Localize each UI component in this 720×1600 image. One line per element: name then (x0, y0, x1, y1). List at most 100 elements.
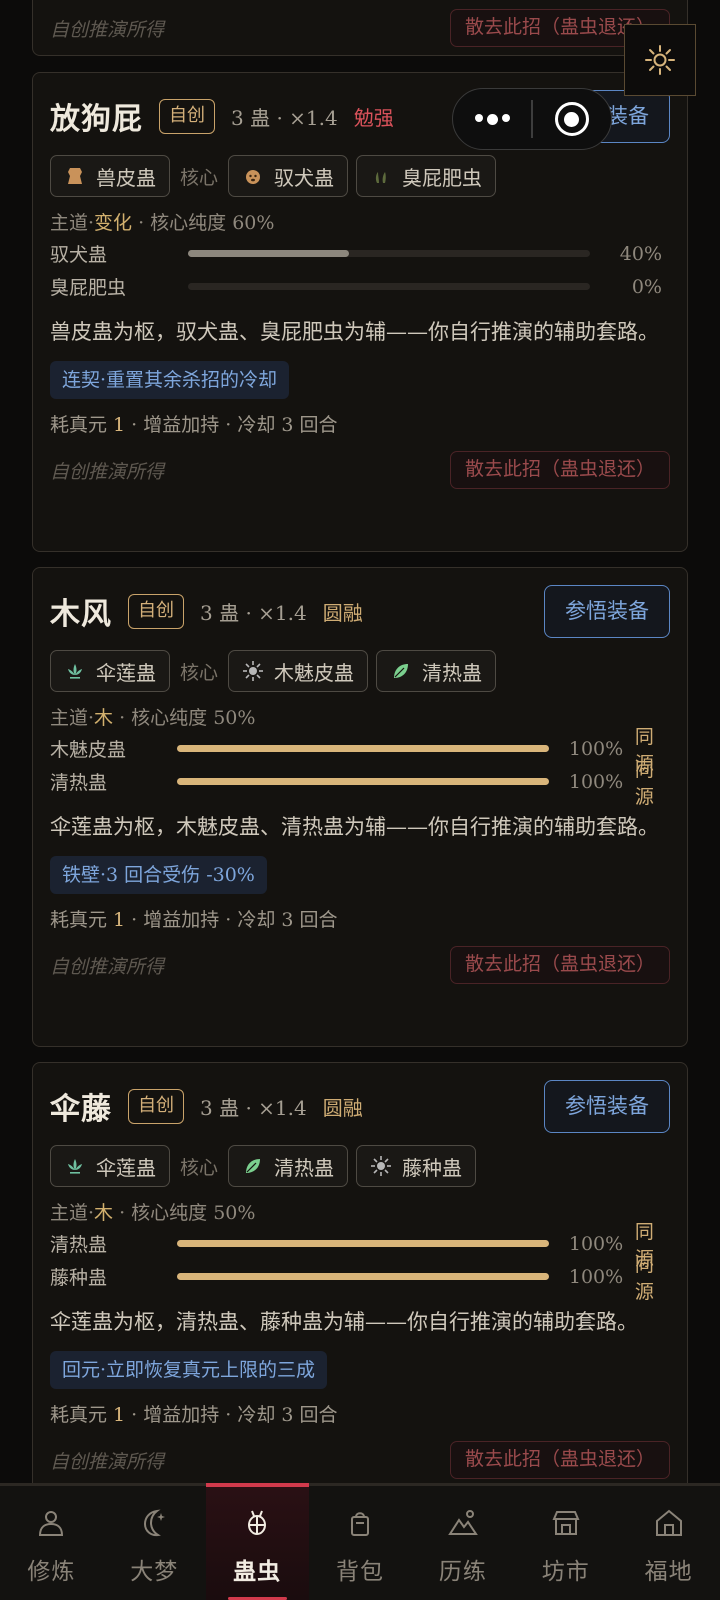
tab-label: 修炼 (27, 1559, 76, 1585)
tab-dream[interactable]: 大梦 (103, 1486, 206, 1600)
purity-track (188, 283, 590, 290)
tab-label: 大梦 (130, 1559, 179, 1585)
effect-tag: 铁壁·3 回合受伤 -30% (50, 856, 267, 894)
tab-gu[interactable]: 蛊虫 (205, 1483, 309, 1600)
path-element: 木 (94, 707, 114, 729)
tab-blessed-land[interactable]: 福地 (617, 1486, 720, 1600)
purity-fill (177, 745, 549, 752)
tab-trial[interactable]: 历练 (411, 1486, 514, 1600)
purity-name: 清热蛊 (50, 772, 108, 794)
purity-pct: 100% (568, 737, 624, 760)
card-header: 伞藤 自创 3 蛊 · ×1.4 圆融 参悟装备 (50, 1079, 670, 1133)
card-footer: 自创推演所得 散去此招（蛊虫退还） (50, 9, 670, 47)
tab-label: 背包 (336, 1559, 384, 1585)
cost-prefix: 耗真元 (50, 414, 114, 436)
chip-aux[interactable]: 臭屁肥虫 (356, 155, 497, 197)
chip-aux[interactable]: 藤种蛊 (356, 1145, 477, 1187)
more-dots-icon[interactable] (453, 113, 531, 125)
same-origin-tag: 同源 (634, 758, 654, 808)
skill-name: 木风 (50, 597, 112, 632)
dismiss-button[interactable]: 散去此招（蛊虫退还） (449, 1441, 670, 1479)
chip-aux[interactable]: 清热蛊 (228, 1145, 349, 1187)
source-label: 自创推演所得 (50, 18, 165, 41)
sun-gear-icon[interactable] (624, 24, 696, 96)
person-icon (39, 1511, 64, 1536)
bug-icon (375, 172, 386, 183)
purity-name: 臭屁肥虫 (50, 277, 127, 299)
skill-card-partial: 自创推演所得 散去此招（蛊虫退还） (32, 0, 688, 56)
custom-badge: 自创 (128, 1088, 184, 1124)
shop-icon (552, 1511, 580, 1535)
purity-name: 藤种蛊 (50, 1267, 108, 1289)
purity-row: 木魅皮蛊 100% 同源 (50, 726, 670, 775)
tab-cultivate[interactable]: 修炼 (0, 1486, 103, 1600)
home-icon (655, 1509, 682, 1536)
cost-suffix: · 增益加持 · 冷却 3 回合 (125, 1404, 338, 1426)
chip-label: 伞莲蛊 (96, 1155, 156, 1180)
equip-button[interactable]: 参悟装备 (544, 1079, 670, 1133)
purity-row: 清热蛊 100% 同源 (50, 759, 670, 808)
chip-aux[interactable]: 木魅皮蛊 (228, 650, 369, 692)
cost-num: 1 (113, 414, 126, 436)
equip-button[interactable]: 参悟装备 (544, 584, 670, 638)
core-tag: 核心 (180, 166, 219, 189)
fit-grade: 圆融 (322, 1095, 363, 1120)
purity-fill (177, 1273, 549, 1280)
chip-label: 清热蛊 (274, 1155, 335, 1180)
purity-pct: 100% (568, 1265, 624, 1288)
chip-aux[interactable]: 驭犬蛊 (228, 155, 349, 197)
purity-pct: 0% (631, 275, 662, 298)
dismiss-button[interactable]: 散去此招（蛊虫退还） (449, 451, 670, 489)
leaf-icon (246, 1159, 261, 1173)
moon-icon (144, 1509, 166, 1537)
chip-label: 木魅皮蛊 (274, 660, 355, 685)
sun-gear-icon-glyph (645, 45, 675, 75)
purity-row: 清热蛊 100% 同源 (50, 1221, 670, 1270)
core-tag: 核心 (180, 1156, 219, 1179)
gu-chips: 兽皮蛊 核心 驭犬蛊 臭屁肥虫 (50, 155, 670, 197)
cost-num: 1 (113, 1404, 126, 1426)
dog-face-icon (246, 170, 261, 184)
chip-aux[interactable]: 清热蛊 (376, 650, 497, 692)
leather-icon (68, 168, 82, 184)
skill-stats: 3 蛊 · ×1.4 (231, 105, 338, 130)
tab-label: 历练 (438, 1559, 487, 1585)
chip-label: 兽皮蛊 (96, 165, 156, 190)
tab-bag[interactable]: 背包 (309, 1486, 412, 1600)
tab-market[interactable]: 坊市 (514, 1486, 617, 1600)
chip-core[interactable]: 兽皮蛊 (50, 155, 170, 197)
chip-core[interactable]: 伞莲蛊 (50, 650, 170, 692)
chip-label: 驭犬蛊 (274, 165, 335, 190)
purity-name: 驭犬蛊 (50, 244, 108, 266)
main-path: 主道·变化 · 核心纯度 60% (50, 209, 670, 237)
bag-icon (351, 1512, 369, 1536)
lotus-icon (68, 664, 82, 679)
cost-num: 1 (113, 909, 126, 931)
card-footer: 自创推演所得 散去此招（蛊虫退还） (50, 451, 670, 489)
card-footer: 自创推演所得 散去此招（蛊虫退还） (50, 1441, 670, 1479)
skill-name: 伞藤 (50, 1092, 112, 1127)
purity-pct: 100% (568, 1232, 624, 1255)
gu-chips: 伞莲蛊 核心 木魅皮蛊 清热蛊 (50, 650, 670, 692)
purity-fill (188, 250, 349, 257)
same-origin-tag: 同源 (634, 1253, 654, 1303)
purity-track (188, 250, 590, 257)
cost-suffix: · 增益加持 · 冷却 3 回合 (125, 414, 338, 436)
path-suffix: · 核心纯度 50% (113, 707, 256, 729)
dismiss-button[interactable]: 散去此招（蛊虫退还） (449, 946, 670, 984)
chip-core[interactable]: 伞莲蛊 (50, 1145, 170, 1187)
path-prefix: 主道· (50, 707, 95, 729)
chip-label: 藤种蛊 (402, 1155, 463, 1180)
target-close-icon[interactable] (533, 102, 612, 136)
skill-card-mufeng: 木风 自创 3 蛊 · ×1.4 圆融 参悟装备 伞莲蛊 核心 木魅皮蛊 清热蛊… (32, 567, 688, 1047)
path-element: 变化 (94, 212, 133, 234)
purity-row: 藤种蛊 100% 同源 (50, 1254, 670, 1303)
cost-line: 耗真元 1 · 增益加持 · 冷却 3 回合 (50, 906, 670, 934)
fit-grade: 勉强 (353, 105, 394, 130)
cost-line: 耗真元 1 · 增益加持 · 冷却 3 回合 (50, 1401, 670, 1429)
main-path: 主道·木 · 核心纯度 50% (50, 1199, 670, 1227)
main-path: 主道·木 · 核心纯度 50% (50, 704, 670, 732)
sun-spike-icon (243, 661, 264, 681)
core-tag: 核心 (180, 661, 219, 684)
source-label: 自创推演所得 (50, 1450, 165, 1473)
